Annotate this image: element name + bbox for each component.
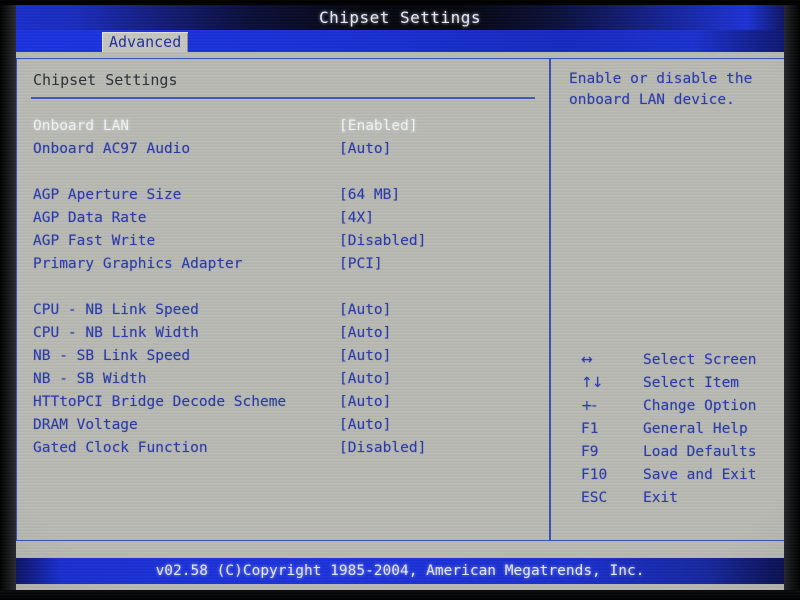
setting-label: DRAM Voltage — [33, 417, 138, 433]
setting-row[interactable]: Onboard AC97 Audio [Auto] — [17, 138, 549, 161]
title-bar: Chipset Settings — [14, 4, 786, 30]
setting-label: Onboard AC97 Audio — [33, 141, 191, 157]
setting-value[interactable]: [Auto] — [339, 299, 391, 322]
key-legend-key: F9 — [581, 444, 599, 460]
setting-value[interactable]: [Enabled] — [339, 115, 418, 138]
key-legend-description: Save and Exit — [643, 467, 757, 483]
setting-value[interactable]: [4X] — [339, 207, 374, 230]
page-title: Chipset Settings — [318, 7, 482, 27]
setting-row[interactable]: CPU - NB Link Speed [Auto] — [17, 299, 549, 322]
setting-label: Primary Graphics Adapter — [33, 256, 243, 272]
footer-strip: v02.58 (C)Copyright 1985-2004, American … — [14, 550, 786, 592]
key-legend-row: ESC Exit — [551, 487, 786, 510]
setting-row[interactable]: AGP Data Rate [4X] — [17, 207, 549, 230]
setting-label: AGP Fast Write — [33, 233, 156, 249]
key-legend-row: F9 Load Defaults — [551, 441, 786, 464]
setting-row[interactable]: AGP Fast Write [Disabled] — [17, 230, 549, 253]
setting-label: Onboard LAN — [33, 118, 130, 134]
key-legend-row: +- Change Option — [551, 395, 786, 418]
bios-screen-photo: Chipset Settings Advanced Chipset Settin… — [0, 0, 800, 600]
key-legend-row: ↔ Select Screen — [551, 349, 786, 372]
settings-spacer — [17, 161, 549, 184]
section-divider — [31, 97, 535, 99]
section-title: Chipset Settings — [33, 71, 178, 89]
setting-label: HTTtoPCI Bridge Decode Scheme — [33, 394, 287, 410]
setting-label: NB - SB Link Speed — [33, 348, 191, 364]
setting-value[interactable]: [Auto] — [339, 414, 391, 437]
menu-bar: Advanced — [14, 30, 786, 52]
key-legend-key: F1 — [581, 421, 599, 437]
setting-row[interactable]: DRAM Voltage [Auto] — [17, 414, 549, 437]
key-legend-description: Select Item — [643, 375, 740, 391]
key-legend-key: F10 — [581, 467, 608, 483]
setting-row[interactable]: Primary Graphics Adapter [PCI] — [17, 253, 549, 276]
setting-value[interactable]: [Auto] — [339, 368, 391, 391]
setting-value[interactable]: [Disabled] — [339, 437, 426, 460]
setting-row[interactable]: Gated Clock Function [Disabled] — [17, 437, 549, 460]
bios-screen: Chipset Settings Advanced Chipset Settin… — [14, 4, 786, 592]
copyright-text: v02.58 (C)Copyright 1985-2004, American … — [155, 563, 645, 579]
key-legend-description: Select Screen — [643, 352, 757, 368]
key-legend-row: ↑↓ Select Item — [551, 372, 786, 395]
setting-row[interactable]: Onboard LAN [Enabled] — [17, 115, 549, 138]
setting-label: AGP Aperture Size — [33, 187, 182, 203]
tab-advanced-label: Advanced — [109, 33, 182, 51]
key-legend-description: Exit — [643, 490, 678, 506]
key-legend-row: F10 Save and Exit — [551, 464, 786, 487]
key-legend-key: ESC — [581, 490, 608, 506]
settings-panel: Chipset Settings Onboard LAN [Enabled] Onb… — [16, 58, 550, 541]
setting-value[interactable]: [PCI] — [339, 253, 383, 276]
settings-spacer — [17, 276, 549, 299]
setting-row[interactable]: NB - SB Width [Auto] — [17, 368, 549, 391]
setting-value[interactable]: [Auto] — [339, 345, 391, 368]
footer-bar: v02.58 (C)Copyright 1985-2004, American … — [14, 558, 786, 584]
setting-label: CPU - NB Link Width — [33, 325, 199, 341]
key-legend-key: +- — [581, 398, 597, 414]
setting-label: AGP Data Rate — [33, 210, 147, 226]
setting-value[interactable]: [64 MB] — [339, 184, 400, 207]
setting-label: CPU - NB Link Speed — [33, 302, 199, 318]
setting-row[interactable]: HTTtoPCI Bridge Decode Scheme [Auto] — [17, 391, 549, 414]
key-legend-row: F1 General Help — [551, 418, 786, 441]
key-legend-description: Load Defaults — [643, 444, 757, 460]
key-legend-key: ↔ — [581, 352, 593, 368]
key-legend-description: General Help — [643, 421, 748, 437]
key-legend-key: ↑↓ — [581, 375, 603, 391]
setting-row[interactable]: CPU - NB Link Width [Auto] — [17, 322, 549, 345]
key-legend: ↔ Select Screen ↑↓ Select Item +- Change Opti… — [551, 349, 786, 510]
body-area: Chipset Settings Onboard LAN [Enabled] Onb… — [14, 52, 786, 550]
settings-list: Onboard LAN [Enabled] Onboard AC97 Audio [A… — [17, 115, 549, 460]
setting-label: Gated Clock Function — [33, 440, 208, 456]
setting-row[interactable]: AGP Aperture Size [64 MB] — [17, 184, 549, 207]
setting-value[interactable]: [Auto] — [339, 322, 391, 345]
tab-advanced[interactable]: Advanced — [102, 32, 189, 52]
setting-value[interactable]: [Auto] — [339, 138, 391, 161]
setting-value[interactable]: [Auto] — [339, 391, 391, 414]
setting-value[interactable]: [Disabled] — [339, 230, 426, 253]
help-panel: Enable or disable the onboard LAN device… — [550, 58, 786, 541]
key-legend-description: Change Option — [643, 398, 757, 414]
monitor-bezel-right — [784, 0, 800, 600]
setting-row[interactable]: NB - SB Link Speed [Auto] — [17, 345, 549, 368]
help-text: Enable or disable the onboard LAN device… — [569, 71, 753, 108]
setting-label: NB - SB Width — [33, 371, 147, 387]
